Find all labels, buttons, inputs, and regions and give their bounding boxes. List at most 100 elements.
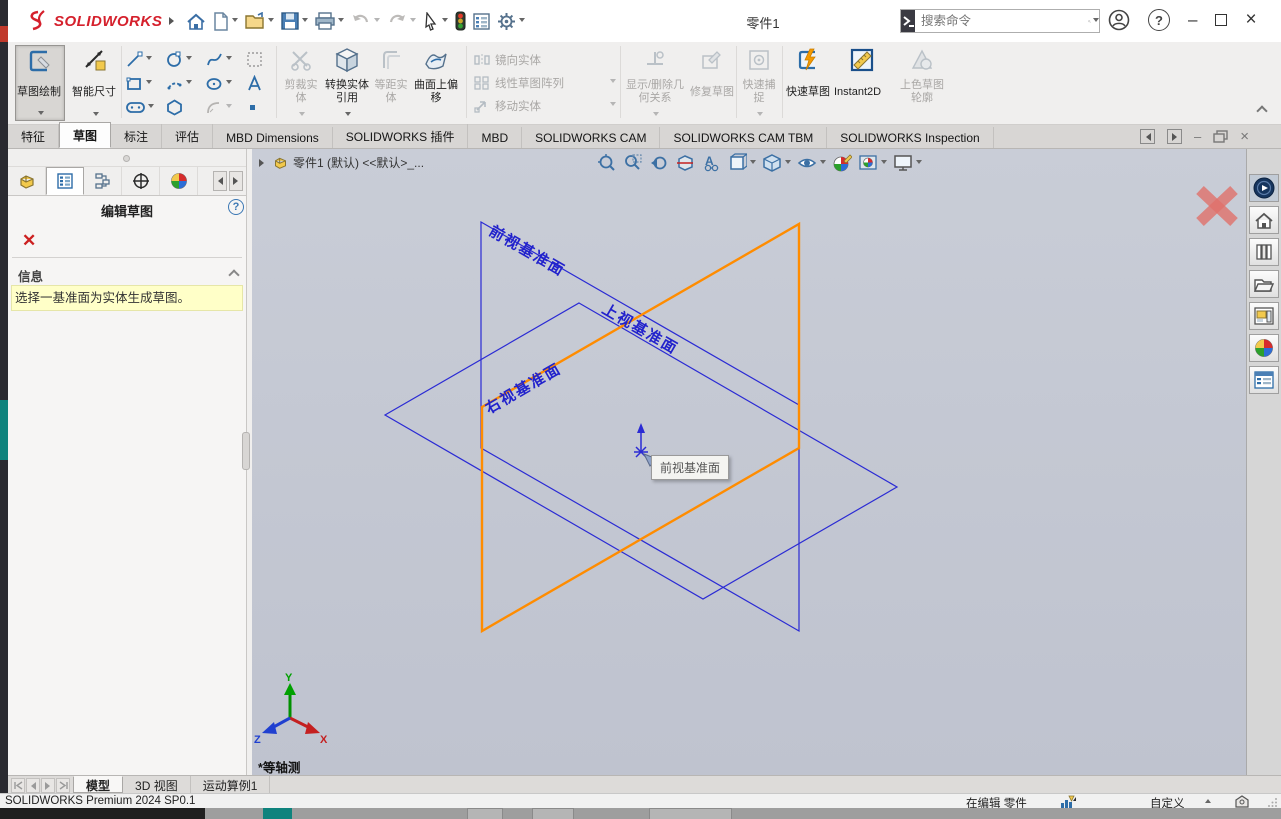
customize-caret[interactable] [1205, 799, 1211, 803]
redo-button[interactable] [387, 13, 416, 30]
move-entities-item[interactable]: 移动实体 [474, 94, 616, 117]
save-button[interactable] [281, 12, 308, 30]
panel-collapse-handle[interactable] [242, 432, 250, 470]
rectangle-tool[interactable] [126, 75, 162, 92]
panel-splitter-row[interactable] [8, 149, 246, 167]
doc-close-button[interactable]: × [1240, 128, 1249, 145]
smart-dimension-button[interactable]: 智能尺寸 [72, 45, 118, 121]
view-settings-caret[interactable] [916, 160, 922, 167]
display-style-caret[interactable] [785, 160, 791, 167]
collapse-right-pane-button[interactable] [1167, 129, 1182, 144]
configuration-manager-tab[interactable] [84, 167, 122, 195]
ellipse-tool[interactable] [206, 75, 242, 92]
undo-button[interactable] [351, 13, 380, 30]
feature-tree-flyout[interactable]: 零件1 (默认) <<默认>_... [256, 154, 424, 171]
quick-snaps-button[interactable]: 快速捕捉 [739, 45, 779, 121]
tabs-scroll-left-button[interactable] [213, 171, 227, 191]
convert-dropdown[interactable] [345, 112, 351, 119]
sketch-dropdown[interactable] [38, 111, 44, 118]
rapid-sketch-button[interactable]: 快速草图 [786, 45, 830, 121]
apply-scene-caret[interactable] [881, 160, 887, 167]
appearances-scenes-icon[interactable] [1249, 334, 1279, 362]
file-explorer-icon[interactable] [1249, 270, 1279, 298]
polygon-tool[interactable] [166, 99, 202, 116]
display-style-button[interactable] [762, 153, 791, 173]
convert-entities-button[interactable]: 转换实体引用 [324, 45, 370, 121]
solidworks-logo[interactable]: SOLIDWORKS [24, 10, 178, 32]
display-delete-relations-button[interactable]: 显示/删除几何关系 [624, 45, 686, 121]
sketch-visibility-button[interactable]: A [701, 153, 721, 173]
origin-marker[interactable] [634, 423, 648, 457]
tab-addins[interactable]: SOLIDWORKS 插件 [333, 124, 469, 148]
tab-sketch[interactable]: 草图 [59, 122, 111, 148]
trim-entities-button[interactable]: 剪裁实体 [280, 45, 322, 121]
trim-dropdown[interactable] [299, 112, 305, 119]
pm-help-icon[interactable]: ? [228, 199, 244, 215]
zoom-to-fit-button[interactable] [597, 153, 617, 173]
tab-scroll-last-button[interactable] [56, 778, 70, 793]
quick-snaps-dropdown[interactable] [757, 112, 763, 119]
options-gear-button[interactable] [497, 12, 525, 31]
sketch-button[interactable]: 草图绘制 [15, 45, 65, 121]
command-search-box[interactable] [900, 9, 1100, 33]
top-plane-label[interactable]: 上视基准面 [599, 300, 682, 358]
tab-inspection[interactable]: SOLIDWORKS Inspection [827, 127, 993, 148]
smart-dimension-dropdown[interactable] [93, 112, 99, 119]
point-tool[interactable] [246, 101, 270, 114]
custom-properties-icon[interactable] [1249, 366, 1279, 394]
tab-scroll-first-button[interactable] [11, 778, 25, 793]
selection-box-tool[interactable] [246, 51, 270, 68]
design-library-icon[interactable] [1249, 238, 1279, 266]
motion-study-tab[interactable]: 运动算例1 [191, 776, 271, 793]
pm-cancel-button[interactable]: ✕ [22, 231, 36, 251]
collapse-left-pane-button[interactable] [1140, 129, 1155, 144]
view-orientation-caret[interactable] [750, 160, 756, 167]
zoom-to-area-button[interactable] [623, 153, 643, 173]
offset-entities-button[interactable]: 等距实体 [372, 45, 410, 121]
tab-mbd[interactable]: MBD [468, 127, 522, 148]
print-button[interactable] [315, 12, 344, 30]
linear-pattern-dropdown[interactable] [610, 79, 616, 86]
resize-grip[interactable] [1268, 797, 1278, 807]
tab-annotations[interactable]: 标注 [111, 124, 162, 148]
slot-tool[interactable] [126, 101, 162, 114]
search-input[interactable] [915, 14, 1088, 28]
apply-scene-button[interactable] [858, 153, 887, 173]
feature-manager-tab[interactable] [8, 167, 46, 195]
shaded-sketch-contours-button[interactable]: 上色草图轮廓 [896, 45, 948, 121]
doc-restore-button[interactable] [1213, 130, 1228, 143]
display-manager-tab[interactable] [160, 167, 198, 195]
tab-features[interactable]: 特征 [8, 124, 59, 148]
view-palette-icon[interactable] [1249, 302, 1279, 330]
hide-show-caret[interactable] [820, 160, 826, 167]
view-settings-button[interactable] [893, 153, 922, 173]
quick-tips-icon[interactable] [1234, 795, 1250, 808]
taskpane-home-icon[interactable] [1249, 206, 1279, 234]
3dexperience-icon[interactable] [1249, 174, 1279, 202]
front-plane-label[interactable]: 前视基准面 [486, 222, 569, 280]
tab-scroll-next-button[interactable] [41, 778, 55, 793]
property-manager-tab[interactable] [46, 167, 84, 195]
select-cursor-button[interactable] [423, 12, 448, 31]
previous-view-button[interactable] [649, 153, 669, 173]
tabs-scroll-right-button[interactable] [229, 171, 243, 191]
section-view-button[interactable] [675, 153, 695, 173]
move-entities-dropdown[interactable] [610, 102, 616, 109]
doc-minimize-button[interactable]: – [1194, 129, 1201, 144]
arc-tool[interactable] [166, 75, 202, 92]
tab-mbd-dimensions[interactable]: MBD Dimensions [213, 127, 333, 148]
splitter-handle[interactable] [123, 155, 130, 162]
close-button[interactable]: × [1245, 8, 1256, 32]
document-properties-button[interactable] [473, 13, 490, 30]
spline-tool[interactable] [206, 51, 242, 68]
help-icon[interactable]: ? [1148, 9, 1170, 31]
graphics-viewport[interactable]: 前视基准面 上视基准面 右视基准面 [252, 149, 1246, 775]
view-orientation-button[interactable] [727, 153, 756, 173]
fillet-tool[interactable] [206, 99, 242, 116]
search-dropdown-caret[interactable] [1093, 18, 1099, 25]
minimize-button[interactable]: – [1188, 8, 1197, 32]
search-icon[interactable] [1088, 14, 1091, 29]
line-tool[interactable] [126, 51, 162, 68]
rebuild-traffic-light-icon[interactable] [455, 11, 466, 31]
hide-show-items-button[interactable] [797, 153, 826, 173]
